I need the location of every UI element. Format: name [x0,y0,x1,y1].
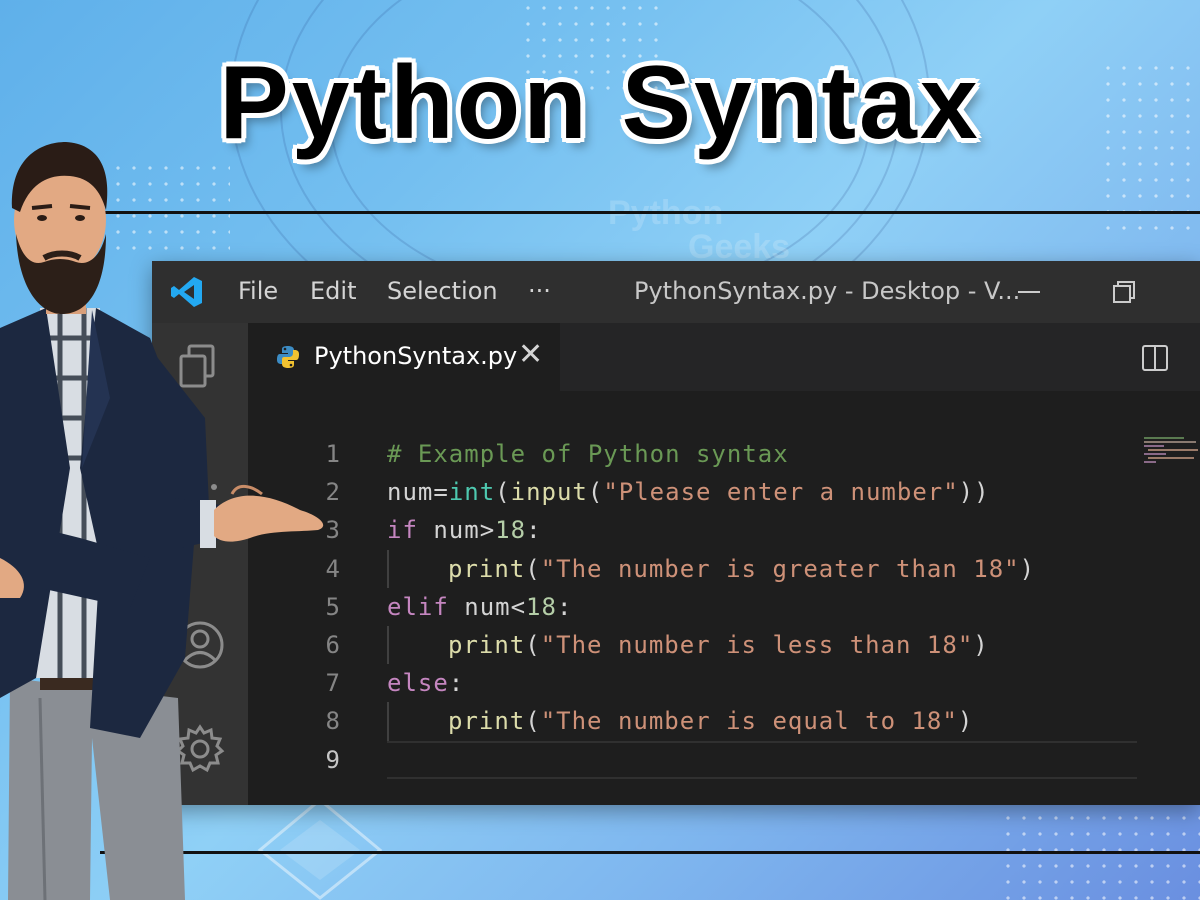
code-paren: ) [973,630,989,659]
tab-label: PythonSyntax.py [314,342,518,370]
code-paren: ( [525,554,541,583]
watermark: Python Geeks [608,196,790,264]
minimize-icon[interactable] [1012,275,1046,309]
code-string: "Please enter a number" [603,478,959,507]
code-function: print [448,630,526,659]
code-line-current[interactable] [387,740,1137,779]
tab-bar: PythonSyntax.py ✕ [248,323,1200,391]
code-builtin: int [448,478,496,507]
indent-guide [387,549,389,588]
code-colon: : [556,592,573,621]
code-comment: # Example of Python syntax [387,440,789,468]
code-string: "The number is less than 18" [540,630,974,659]
background-dots [1000,810,1200,900]
code-operator: = [433,478,449,507]
code-condition: num< [448,592,527,621]
code-paren: ( [525,707,541,736]
code-function: print [448,554,526,583]
close-icon[interactable]: ✕ [518,337,543,372]
code-colon: : [526,516,542,545]
code-function: print [448,707,526,736]
code-keyword: if [387,516,418,545]
minimap[interactable] [1144,435,1200,465]
code-editor[interactable]: 1 2 3 4 5 6 7 8 9 # Example of Python sy… [248,391,1200,805]
restore-icon[interactable] [1107,275,1141,309]
code-paren: ) [1019,554,1036,583]
code-condition: num> [417,516,496,545]
code-paren: ( [525,630,541,659]
code-line: elif num<18: [387,588,1177,626]
code-number: 18 [495,516,527,545]
code-paren: )) [958,478,990,507]
code-colon: : [448,669,465,698]
code-line: print("The number is equal to 18") [387,702,1177,741]
code-paren: ( [495,478,511,507]
code-paren: ) [957,707,974,736]
indent-guide [387,702,389,741]
code-line: num=int(input("Please enter a number")) [387,473,1177,511]
split-editor-icon[interactable] [1140,343,1170,373]
menu-selection[interactable]: Selection [387,277,498,305]
presenter-illustration [0,142,324,900]
code-function: input [510,478,588,507]
indent-guide [387,625,389,665]
code-string: "The number is equal to 18" [540,707,958,736]
code-variable: num [387,478,434,507]
code-number: 18 [526,592,557,621]
code-line: if num>18: [387,511,1177,549]
code-keyword: elif [387,592,449,621]
menu-more[interactable]: ··· [528,277,551,305]
code-string: "The number is greater than 18" [540,554,1020,583]
code-paren: ( [587,478,604,507]
code-line: else: [387,664,1177,702]
code-line: print("The number is greater than 18") [387,549,1177,588]
code-line: print("The number is less than 18") [387,625,1177,665]
code-line: # Example of Python syntax [387,435,1177,473]
code-keyword: else [387,669,449,698]
window-title: PythonSyntax.py - Desktop - V... [634,277,1021,305]
code-content: # Example of Python syntax num=int(input… [387,435,1177,779]
